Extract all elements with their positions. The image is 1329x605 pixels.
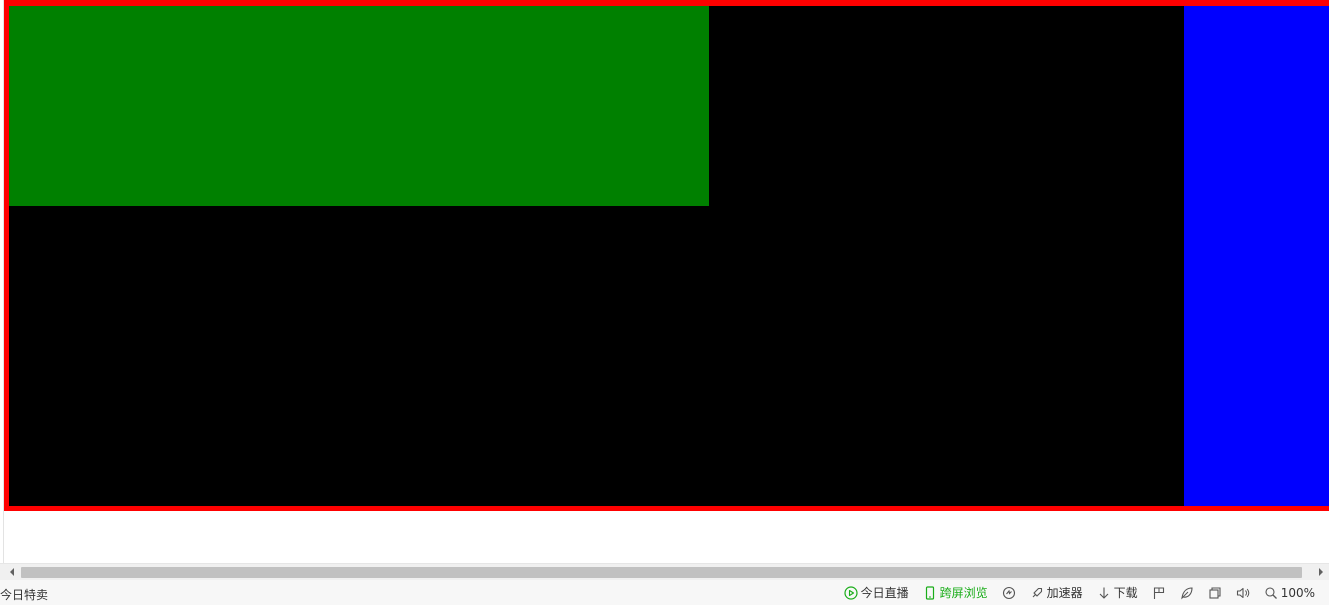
zoom-control[interactable]: 100%	[1264, 580, 1315, 605]
today-live-button[interactable]: 今日直播	[844, 580, 909, 605]
play-circle-icon	[844, 585, 858, 600]
window-icon	[1208, 586, 1222, 600]
download-button[interactable]: 下载	[1097, 580, 1138, 605]
phone-icon	[923, 585, 937, 600]
today-live-label: 今日直播	[860, 586, 909, 600]
today-deals-link[interactable]: 今日特卖	[0, 586, 48, 603]
rocket-icon	[1030, 586, 1044, 600]
green-block	[9, 6, 709, 206]
scroll-thumb[interactable]	[21, 567, 1302, 578]
leaf-button[interactable]	[1180, 580, 1194, 605]
leaf-icon	[1180, 586, 1194, 600]
flag-icon	[1152, 586, 1166, 600]
status-bar-tools: 今日直播 跨屏浏览 加速器 下载 100%	[844, 580, 1315, 605]
accelerator-button[interactable]: 加速器	[1030, 580, 1083, 605]
download-label: 下载	[1113, 586, 1138, 600]
speaker-icon	[1236, 586, 1250, 600]
window-button[interactable]	[1208, 580, 1222, 605]
zoom-icon	[1264, 586, 1278, 600]
flag-button[interactable]	[1152, 580, 1166, 605]
status-bar: 今日特卖 今日直播 跨屏浏览 加速器 下载 100%	[0, 580, 1329, 605]
speed-icon	[1002, 586, 1016, 600]
scroll-left-arrow-icon	[9, 568, 14, 576]
horizontal-scrollbar[interactable]	[0, 563, 1329, 580]
cross-screen-browse-label: 跨屏浏览	[939, 586, 988, 600]
speed-button[interactable]	[1002, 580, 1016, 605]
accelerator-label: 加速器	[1046, 586, 1083, 600]
volume-button[interactable]	[1236, 580, 1250, 605]
scroll-right-arrow-icon	[1318, 568, 1323, 576]
page-viewport	[0, 0, 1329, 563]
download-arrow-icon	[1097, 586, 1111, 600]
zoom-level-label: 100%	[1280, 585, 1315, 600]
scroll-right-button[interactable]	[1312, 564, 1329, 580]
blue-block	[1184, 6, 1329, 506]
scroll-left-button[interactable]	[3, 564, 20, 580]
cross-screen-browse-button[interactable]: 跨屏浏览	[923, 580, 988, 605]
